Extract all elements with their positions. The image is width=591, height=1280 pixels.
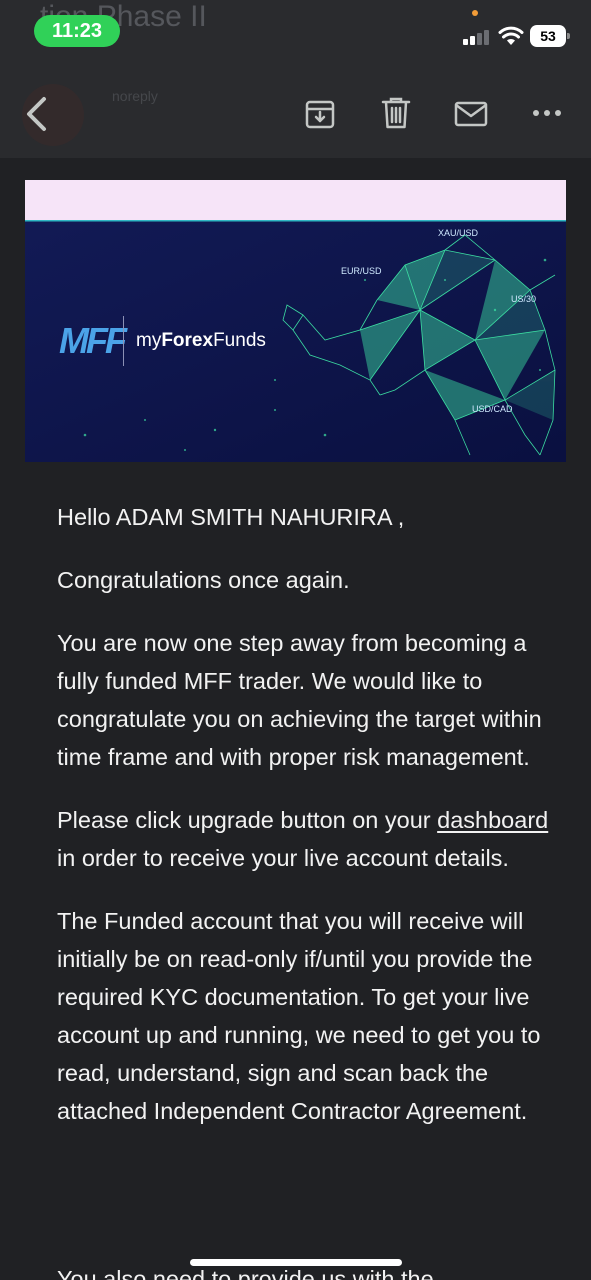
email-content: Hello ADAM SMITH NAHURIRA , Congratulati… [57, 498, 557, 1155]
archive-icon[interactable] [302, 96, 338, 132]
privacy-indicator [472, 10, 478, 16]
status-time: 11:23 [34, 15, 120, 47]
pair-label-xau: XAU/USD [438, 228, 479, 238]
wifi-icon [498, 26, 524, 46]
paragraph-partial: You also need to provide us with the [57, 1266, 434, 1280]
back-icon[interactable] [18, 94, 54, 134]
more-icon[interactable] [528, 100, 566, 126]
dashboard-link[interactable]: dashboard [437, 807, 548, 833]
pair-label-eur: EUR/USD [341, 266, 382, 276]
paragraph-kyc: The Funded account that you will receive… [57, 908, 541, 1124]
upgrade-text-after: in order to receive your live account de… [57, 845, 509, 871]
trash-icon[interactable] [378, 94, 414, 132]
congrats-line: Congratulations once again. [57, 567, 350, 593]
brand-wordmark: myForexFunds [136, 330, 266, 352]
mail-icon[interactable] [452, 98, 490, 130]
paragraph-upgrade: Please click upgrade button on your dash… [57, 801, 557, 877]
battery-icon: 53 [530, 25, 570, 47]
brand-suffix: Funds [213, 330, 266, 351]
cellular-signal-icon [463, 29, 491, 45]
mff-logo-mark: MFF [59, 320, 127, 361]
background-sender: noreply [112, 88, 158, 104]
pair-label-usdcad: USD/CAD [472, 404, 513, 414]
logo-divider [123, 316, 124, 366]
brand-prefix: my [136, 330, 162, 351]
pair-label-us30: US/30 [511, 294, 537, 304]
email-body: MFF myForexFunds XAU/USD EUR/USD US/30 U… [0, 158, 591, 1280]
top-bar: tion Phase II noreply 11:23 53 [0, 0, 591, 158]
paragraph-achievement: You are now one step away from becoming … [57, 630, 542, 770]
home-indicator[interactable] [190, 1259, 402, 1266]
myforexfunds-banner: MFF myForexFunds XAU/USD EUR/USD US/30 U… [25, 220, 566, 462]
upgrade-text-before: Please click upgrade button on your [57, 807, 438, 833]
greeting: Hello ADAM SMITH NAHURIRA , [57, 504, 405, 530]
header-strip [25, 180, 566, 220]
brand-main: Forex [161, 330, 214, 351]
